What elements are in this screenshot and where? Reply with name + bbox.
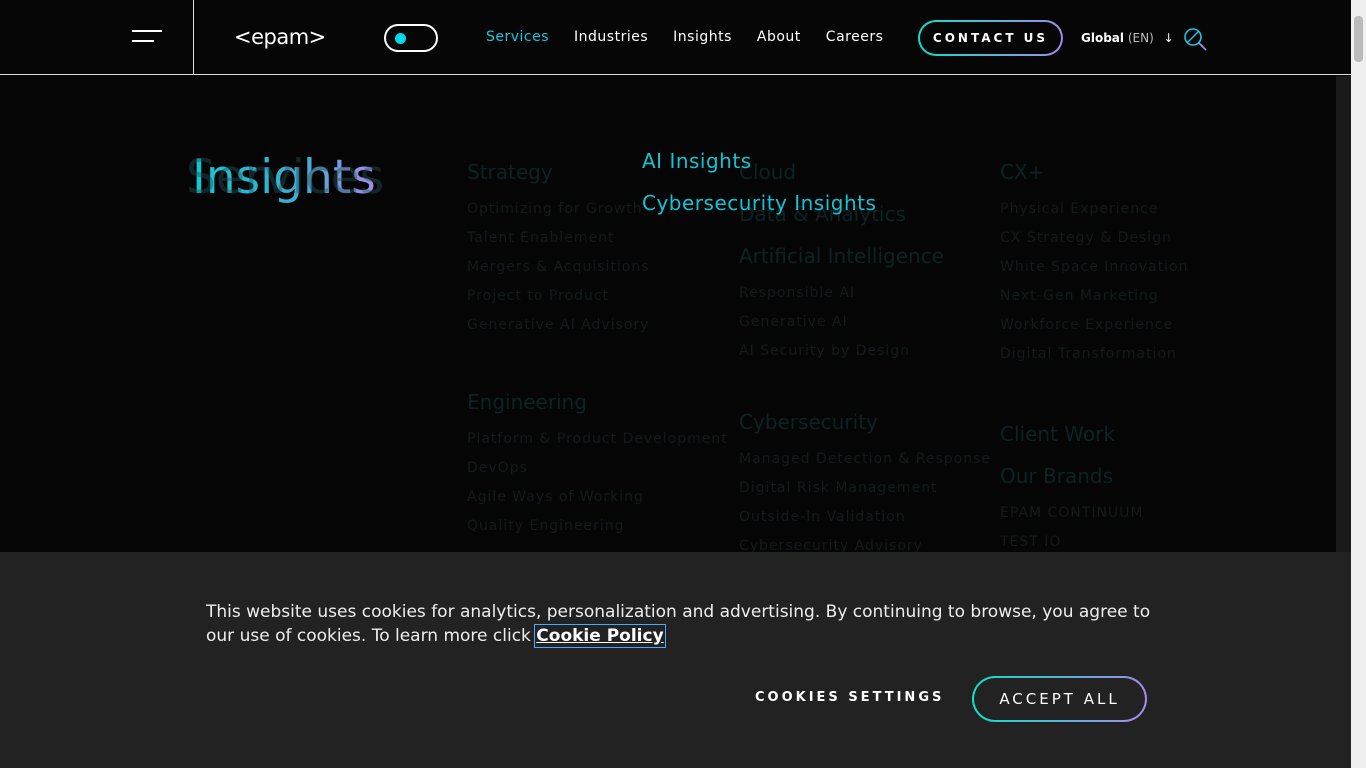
divider [193, 0, 194, 75]
services-item[interactable]: Mergers & Acquisitions [467, 259, 650, 275]
services-item[interactable]: Generative AI [739, 314, 944, 330]
services-item[interactable]: Generative AI Advisory [467, 317, 650, 333]
epam-logo[interactable]: <epam> [234, 25, 326, 49]
ai-insights-link[interactable]: AI Insights [642, 149, 752, 173]
cookie-message: This website uses cookies for analytics,… [206, 602, 1151, 646]
services-column: Client Work [1000, 422, 1115, 446]
services-item[interactable]: EPAM CONTINUUM [1000, 505, 1144, 521]
cookie-text: This website uses cookies for analytics,… [206, 600, 1166, 648]
services-column: Cybersecurity Managed Detection & Respons… [739, 410, 991, 554]
services-item[interactable]: Platform & Product Development [467, 431, 728, 447]
menu-scrollbar[interactable] [1336, 76, 1351, 552]
services-item[interactable]: Agile Ways of Working [467, 489, 728, 505]
nav-industries[interactable]: Industries [574, 29, 648, 45]
nav-insights[interactable]: Insights [673, 29, 732, 45]
search-icon[interactable] [1183, 27, 1207, 51]
services-item[interactable]: Quality Engineering [467, 518, 728, 534]
services-item[interactable]: Next-Gen Marketing [1000, 288, 1188, 304]
services-heading[interactable]: Our Brands [1000, 464, 1144, 488]
header: <epam> Services Industries Insights Abou… [0, 0, 1351, 75]
services-item[interactable]: Digital Risk Management [739, 480, 991, 496]
services-column: Our Brands EPAM CONTINUUM TEST IO [1000, 464, 1144, 550]
scrollbar[interactable] [1351, 0, 1366, 768]
services-heading[interactable]: Strategy [467, 160, 650, 184]
services-item[interactable]: Workforce Experience [1000, 317, 1188, 333]
accept-all-label: ACCEPT ALL [974, 678, 1145, 720]
cybersecurity-insights-link[interactable]: Cybersecurity Insights [642, 191, 876, 215]
cookies-settings-button[interactable]: COOKIES SETTINGS [755, 690, 944, 705]
services-column: Artificial Intelligence Responsible AI Gen… [739, 244, 944, 359]
services-column: Strategy Optimizing for Growth Talent Enab… [467, 160, 650, 333]
region-label: Global [1081, 31, 1125, 45]
nav-services[interactable]: Services [486, 29, 549, 45]
cookie-banner: This website uses cookies for analytics,… [0, 552, 1351, 768]
services-item[interactable]: TEST IO [1000, 534, 1144, 550]
services-heading[interactable]: CX+ [1000, 160, 1188, 184]
hamburger-menu-icon[interactable] [132, 30, 162, 46]
services-item[interactable]: Digital Transformation [1000, 346, 1188, 362]
services-item[interactable]: White Space Innovation [1000, 259, 1188, 275]
contact-us-label: CONTACT US [920, 22, 1061, 54]
contact-us-button[interactable]: CONTACT US [918, 20, 1063, 56]
services-item[interactable]: Outside-In Validation [739, 509, 991, 525]
services-title: Services [186, 150, 385, 205]
services-heading[interactable]: Client Work [1000, 422, 1115, 446]
arrow-down-icon: ↓ [1163, 31, 1174, 45]
services-item[interactable]: Managed Detection & Response [739, 451, 991, 467]
services-item[interactable]: Project to Product [467, 288, 650, 304]
services-heading[interactable]: Engineering [467, 390, 728, 414]
services-column: Engineering Platform & Product Developmen… [467, 390, 728, 534]
cookie-policy-link[interactable]: Cookie Policy [534, 624, 666, 648]
region-selector[interactable]: Global (EN) ↓ [1081, 31, 1174, 45]
accept-all-button[interactable]: ACCEPT ALL [972, 676, 1147, 722]
main-nav: Services Industries Insights About Caree… [486, 29, 883, 45]
services-item[interactable]: Responsible AI [739, 285, 944, 301]
services-item[interactable]: Talent Enablement [467, 230, 650, 246]
theme-toggle[interactable] [384, 24, 438, 52]
services-item[interactable]: DevOps [467, 460, 728, 476]
nav-careers[interactable]: Careers [826, 29, 884, 45]
services-heading[interactable]: Artificial Intelligence [739, 244, 944, 268]
services-heading[interactable]: Cybersecurity [739, 410, 991, 434]
services-item[interactable]: Physical Experience [1000, 201, 1188, 217]
language-label: (EN) [1127, 31, 1154, 45]
services-column: CX+ Physical Experience CX Strategy & Desi… [1000, 160, 1188, 362]
nav-about[interactable]: About [757, 29, 801, 45]
services-item[interactable]: CX Strategy & Design [1000, 230, 1188, 246]
services-item[interactable]: AI Security by Design [739, 343, 944, 359]
services-item[interactable]: Optimizing for Growth [467, 201, 650, 217]
